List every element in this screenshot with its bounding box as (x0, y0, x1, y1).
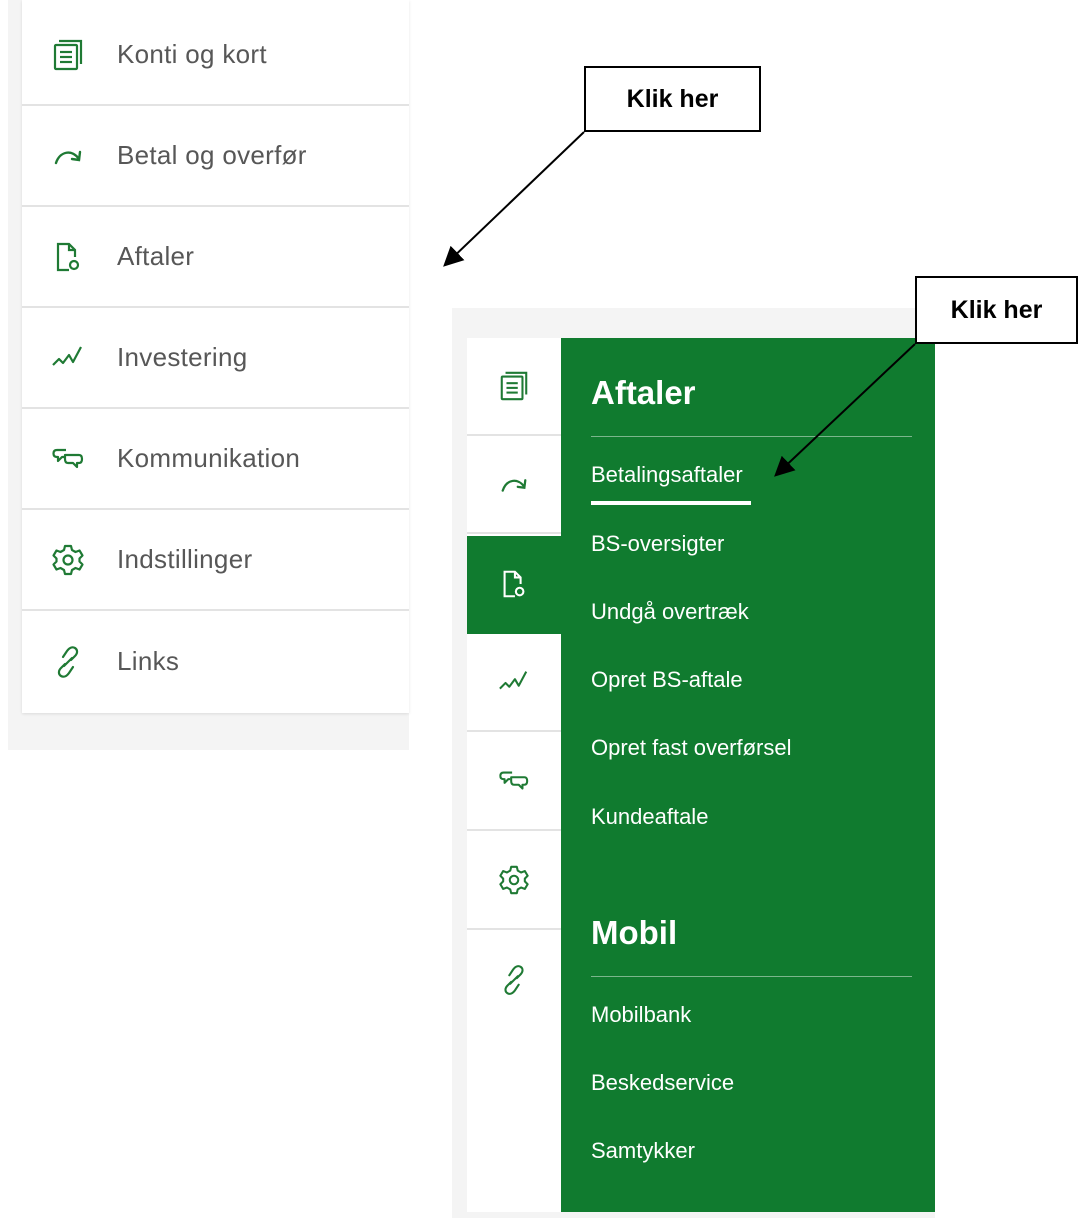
annotation-arrows (443, 131, 916, 477)
annotation-arrow-1 (443, 131, 585, 267)
annotation-arrow-2 (774, 343, 916, 477)
